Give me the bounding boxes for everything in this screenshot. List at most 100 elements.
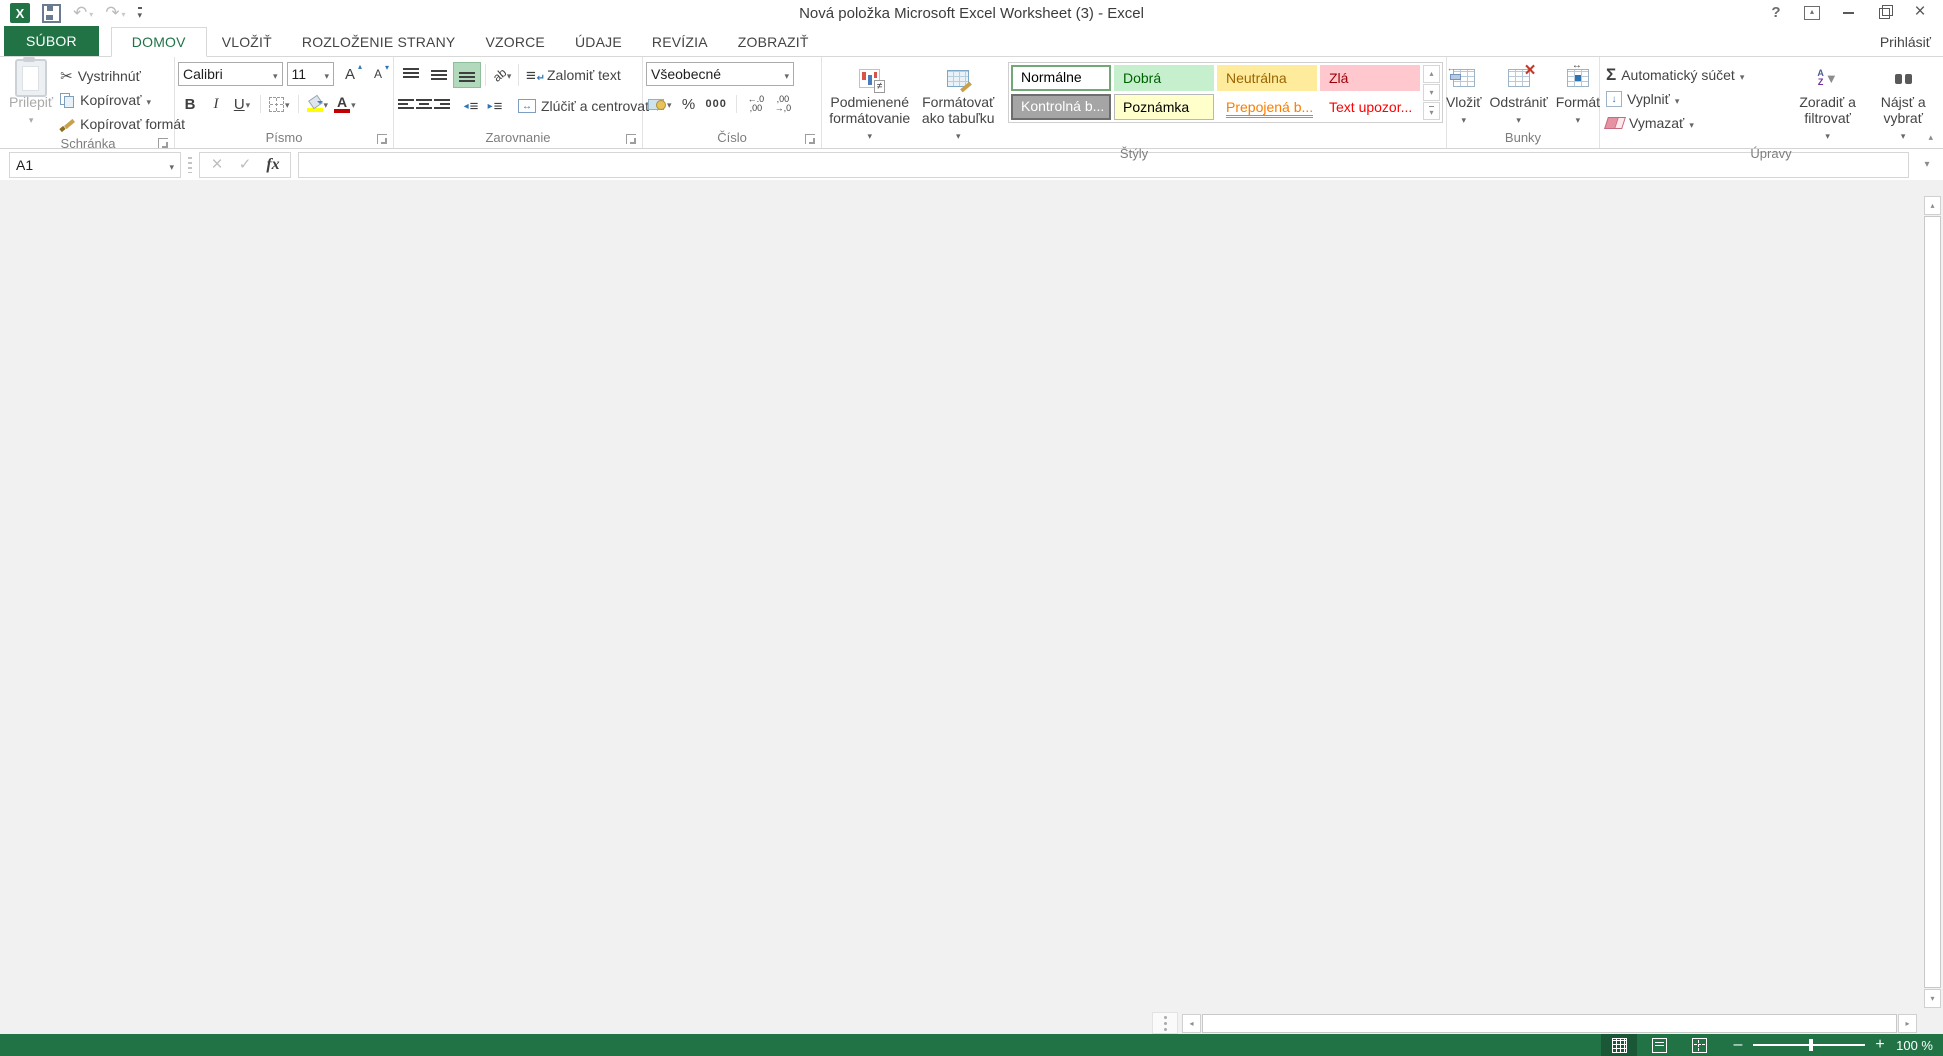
font-color-button[interactable] [332, 93, 358, 115]
redo-dropdown-icon[interactable] [122, 4, 126, 22]
view-page-break-button[interactable] [1681, 1034, 1717, 1056]
delete-cells-dropdown-icon[interactable] [1516, 110, 1521, 128]
align-right-button[interactable] [433, 93, 451, 119]
fill-color-button[interactable] [305, 93, 331, 115]
scroll-up-icon[interactable] [1924, 196, 1941, 215]
gallery-up-icon[interactable] [1423, 65, 1440, 83]
gallery-more-icon[interactable] [1423, 102, 1440, 120]
align-bottom-button[interactable] [453, 62, 481, 88]
decrease-indent-button[interactable] [459, 95, 483, 117]
format-cells-button[interactable]: Formát [1552, 62, 1604, 130]
help-button[interactable] [1761, 2, 1791, 24]
percent-style-button[interactable]: % [677, 93, 701, 115]
undo-button[interactable] [73, 3, 93, 23]
tab-home[interactable]: DOMOV [111, 27, 207, 57]
style-good[interactable]: Dobrá [1114, 65, 1214, 91]
clear-button[interactable]: Vymazať [1603, 111, 1788, 135]
tab-view[interactable]: ZOBRAZIŤ [723, 28, 824, 56]
style-normal[interactable]: Normálne [1011, 65, 1111, 91]
horizontal-scrollbar[interactable] [1182, 1014, 1917, 1033]
tab-formulas[interactable]: VZORCE [470, 28, 560, 56]
qat-customize-button[interactable] [138, 7, 143, 19]
tab-page-layout[interactable]: ROZLOŽENIE STRANY [287, 28, 471, 56]
increase-indent-button[interactable] [483, 95, 507, 117]
autosum-dropdown-icon[interactable] [1740, 67, 1745, 83]
bold-button[interactable]: B [178, 93, 202, 115]
zoom-slider-thumb[interactable] [1809, 1039, 1813, 1051]
insert-cells-dropdown-icon[interactable] [1461, 110, 1466, 128]
accounting-format-button[interactable] [646, 93, 674, 115]
vertical-scrollbar-thumb[interactable] [1924, 216, 1941, 988]
wrap-text-button[interactable]: Zalomiť text [523, 63, 624, 87]
paste-dropdown-icon[interactable] [29, 110, 34, 128]
horizontal-scrollbar-thumb[interactable] [1202, 1014, 1897, 1033]
name-box-dropdown-icon[interactable] [169, 157, 174, 173]
zoom-slider[interactable] [1753, 1044, 1865, 1046]
decrease-decimal-button[interactable] [771, 93, 795, 115]
enter-button[interactable] [232, 154, 258, 176]
sort-filter-dropdown-icon[interactable] [1825, 126, 1830, 144]
scroll-down-icon[interactable] [1924, 989, 1941, 1008]
italic-button[interactable]: I [204, 93, 228, 115]
borders-button[interactable] [267, 93, 292, 115]
underline-dropdown-icon[interactable] [246, 95, 251, 113]
borders-dropdown-icon[interactable] [285, 95, 290, 113]
fill-dropdown-icon[interactable] [1675, 91, 1680, 107]
style-warning-text[interactable]: Text upozor... [1320, 94, 1420, 120]
align-left-button[interactable] [397, 93, 415, 119]
ribbon-display-options-button[interactable] [1797, 2, 1827, 24]
name-box[interactable]: A1 [9, 152, 181, 178]
paste-button[interactable]: Prilepiť [5, 62, 57, 130]
format-cells-dropdown-icon[interactable] [1576, 110, 1581, 128]
number-dialog-launcher-icon[interactable] [805, 134, 815, 144]
gallery-down-icon[interactable] [1423, 84, 1440, 102]
excel-logo-icon[interactable] [10, 3, 30, 23]
grow-font-button[interactable] [338, 63, 362, 85]
style-bad[interactable]: Zlá [1320, 65, 1420, 91]
cancel-button[interactable] [204, 154, 230, 176]
save-button[interactable] [42, 4, 61, 23]
redo-button[interactable] [105, 3, 125, 23]
vertical-scrollbar[interactable] [1924, 196, 1941, 1008]
format-as-table-button[interactable]: Formátovať ako tabuľku [914, 62, 1002, 146]
tab-review[interactable]: REVÍZIA [637, 28, 723, 56]
cut-button[interactable]: Vystrihnúť [57, 64, 188, 88]
style-linked-cell[interactable]: Prepojená b... [1217, 94, 1317, 120]
minimize-button[interactable] [1833, 2, 1863, 24]
clear-dropdown-icon[interactable] [1689, 115, 1694, 131]
zoom-out-icon[interactable] [1731, 1038, 1745, 1052]
scroll-right-icon[interactable] [1898, 1014, 1917, 1033]
comma-style-button[interactable]: 000 [704, 93, 729, 115]
collapse-ribbon-icon[interactable] [1928, 127, 1933, 145]
sort-filter-button[interactable]: Zoradiť a filtrovať [1788, 62, 1868, 146]
worksheet-area[interactable] [0, 180, 1943, 1034]
restore-button[interactable] [1869, 2, 1899, 24]
autosum-button[interactable]: Automatický súčet [1603, 63, 1788, 87]
style-neutral[interactable]: Neutrálna [1217, 65, 1317, 91]
tab-file[interactable]: SÚBOR [4, 26, 99, 56]
clipboard-dialog-launcher-icon[interactable] [158, 138, 168, 148]
tab-split-handle[interactable] [1152, 1012, 1178, 1034]
view-page-layout-button[interactable] [1641, 1034, 1677, 1056]
delete-cells-button[interactable]: Odstrániť [1486, 62, 1552, 130]
copy-button[interactable]: Kopírovať [57, 88, 188, 112]
format-painter-button[interactable]: Kopírovať formát [57, 112, 188, 136]
alignment-dialog-launcher-icon[interactable] [626, 134, 636, 144]
sign-in-link[interactable]: Prihlásiť [1880, 34, 1931, 50]
conditional-formatting-dropdown-icon[interactable] [867, 126, 872, 144]
conditional-formatting-button[interactable]: Podmienené formátovanie [825, 62, 914, 146]
scroll-left-icon[interactable] [1182, 1014, 1201, 1033]
status-bar[interactable]: 100 % [0, 1034, 1943, 1056]
style-check-cell[interactable]: Kontrolná b... [1011, 94, 1111, 120]
zoom-level[interactable]: 100 % [1891, 1038, 1933, 1053]
tab-data[interactable]: ÚDAJE [560, 28, 637, 56]
close-button[interactable] [1905, 2, 1935, 24]
copy-dropdown-icon[interactable] [146, 92, 151, 108]
insert-function-button[interactable]: fx [260, 154, 286, 176]
align-top-button[interactable] [397, 62, 425, 88]
find-select-dropdown-icon[interactable] [1901, 126, 1906, 144]
view-normal-button[interactable] [1601, 1034, 1637, 1056]
increase-decimal-button[interactable] [744, 93, 768, 115]
font-name-select[interactable]: Calibri [178, 62, 283, 86]
align-center-button[interactable] [415, 93, 433, 119]
